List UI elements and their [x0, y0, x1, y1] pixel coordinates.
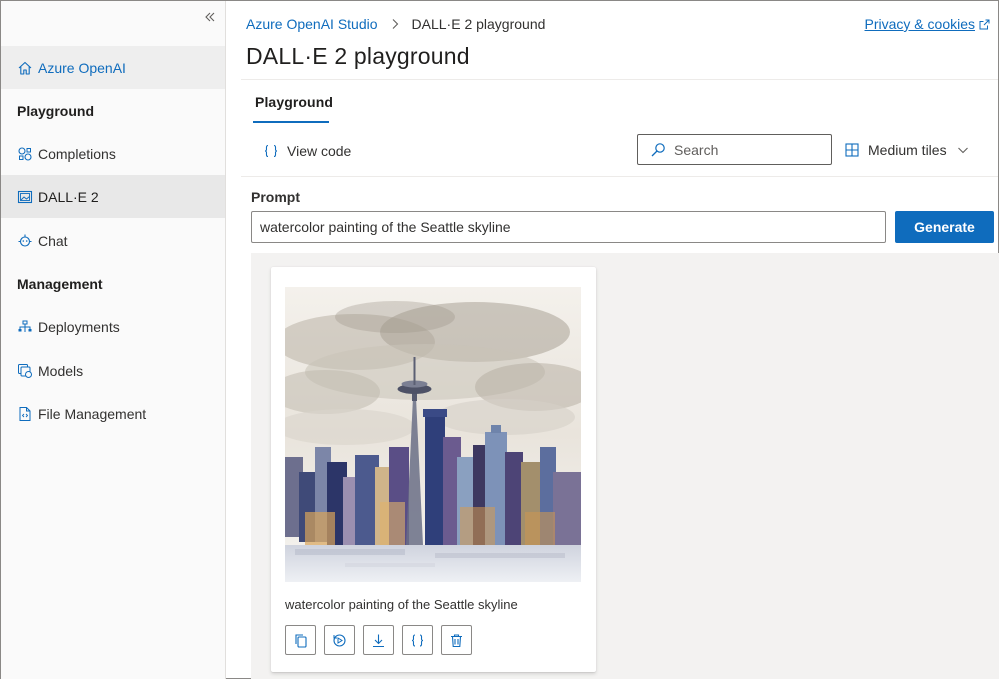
sidebar-section-label: Management [17, 275, 103, 292]
sidebar-item-chat[interactable]: Chat [1, 219, 225, 262]
regenerate-icon [332, 633, 347, 648]
sidebar-section-management: Management [1, 262, 225, 305]
completions-icon [17, 146, 33, 162]
privacy-link-label: Privacy & cookies [864, 16, 975, 32]
prompt-label: Prompt [251, 189, 300, 205]
sidebar: Azure OpenAI Playground Completions DALL… [1, 1, 226, 679]
privacy-cookies-link[interactable]: Privacy & cookies [865, 16, 990, 32]
result-caption: watercolor painting of the Seattle skyli… [285, 597, 518, 612]
home-icon [17, 60, 33, 76]
sidebar-section-playground: Playground [1, 89, 225, 132]
code-braces-icon [263, 143, 279, 159]
generate-button[interactable]: Generate [895, 211, 994, 243]
sidebar-item-dalle-2[interactable]: DALL·E 2 [1, 175, 225, 218]
delete-icon [449, 633, 464, 648]
toolbar-divider [241, 176, 998, 177]
chat-icon [17, 233, 33, 249]
page-title: DALL·E 2 playground [246, 43, 470, 69]
sidebar-item-file-management[interactable]: File Management [1, 392, 225, 435]
external-link-icon [979, 19, 990, 30]
view-code-label: View code [287, 143, 352, 159]
sidebar-item-deployments[interactable]: Deployments [1, 305, 225, 348]
deployments-icon [17, 319, 33, 335]
sidebar-item-label: Completions [38, 145, 116, 162]
search-placeholder: Search [674, 141, 719, 158]
generated-image[interactable] [285, 287, 581, 582]
tab-playground[interactable]: Playground [255, 94, 333, 110]
result-actions [285, 625, 480, 655]
view-code-button[interactable]: View code [263, 141, 351, 161]
copy-button[interactable] [285, 625, 316, 655]
chevron-right-icon [390, 18, 400, 30]
copy-icon [293, 633, 308, 648]
sidebar-item-completions[interactable]: Completions [1, 132, 225, 175]
double-chevron-left-icon[interactable] [201, 9, 219, 25]
sidebar-item-label: Azure OpenAI [38, 59, 126, 76]
breadcrumb: Azure OpenAI Studio DALL·E 2 playground [246, 15, 545, 33]
tile-size-label: Medium tiles [868, 142, 947, 158]
code-button[interactable] [402, 625, 433, 655]
models-icon [17, 363, 33, 379]
sidebar-item-label: Models [38, 362, 84, 379]
results-gallery: watercolor painting of the Seattle skyli… [251, 253, 999, 679]
sidebar-item-label: Chat [38, 232, 68, 249]
search-icon [650, 142, 666, 158]
header-divider [241, 79, 998, 80]
tile-size-dropdown[interactable]: Medium tiles [845, 140, 969, 160]
download-button[interactable] [363, 625, 394, 655]
delete-button[interactable] [441, 625, 472, 655]
tab-active-indicator [253, 121, 329, 123]
sidebar-item-label: Deployments [38, 318, 120, 335]
file-management-icon [17, 406, 33, 422]
sidebar-item-label: File Management [38, 405, 147, 422]
sidebar-item-label: DALL·E 2 [38, 188, 99, 205]
sidebar-item-azure-openai[interactable]: Azure OpenAI [1, 46, 225, 89]
prompt-input[interactable] [251, 211, 886, 243]
download-icon [371, 633, 386, 648]
breadcrumb-current: DALL·E 2 playground [411, 16, 546, 32]
sidebar-item-models[interactable]: Models [1, 349, 225, 392]
breadcrumb-root-link[interactable]: Azure OpenAI Studio [246, 16, 378, 32]
image-icon [17, 189, 33, 205]
result-card[interactable]: watercolor painting of the Seattle skyli… [271, 267, 596, 672]
grid-icon [845, 143, 859, 157]
regenerate-button[interactable] [324, 625, 355, 655]
sidebar-section-label: Playground [17, 102, 95, 119]
chevron-down-icon [957, 144, 969, 156]
search-input[interactable]: Search [637, 134, 832, 165]
code-icon [410, 633, 425, 648]
